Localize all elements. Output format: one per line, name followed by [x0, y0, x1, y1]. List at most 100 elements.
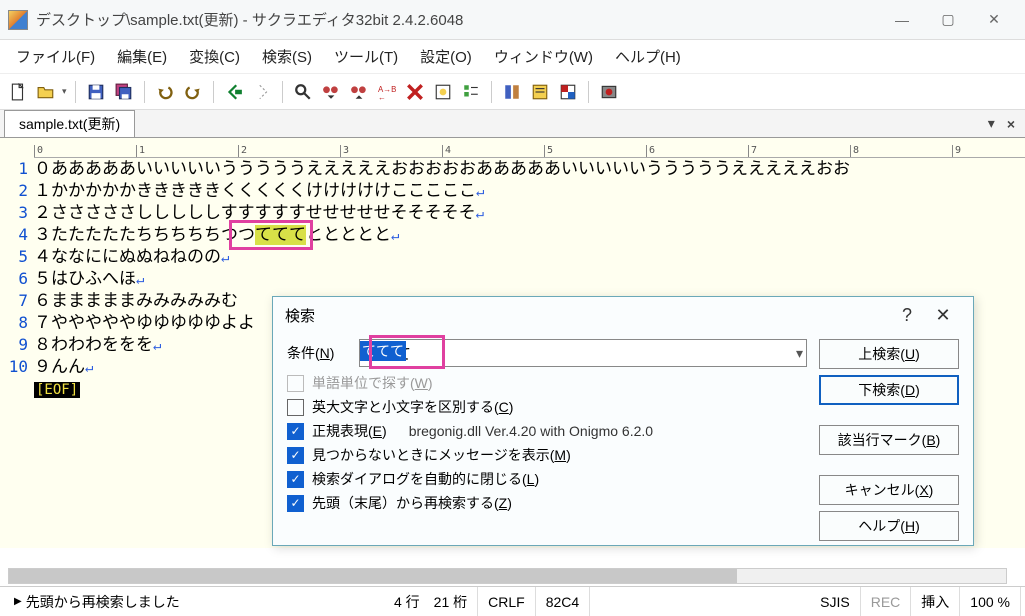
text-line: ２さささささしししししすすすすすせせせせせそそそそそ↵ — [34, 202, 1025, 224]
line-number: 5 — [0, 246, 28, 268]
line-number: 9 — [0, 334, 28, 356]
status-eol: CRLF — [478, 587, 536, 616]
app-icon — [8, 10, 28, 30]
cancel-button[interactable]: キャンセル(X) — [819, 475, 959, 505]
record-macro-icon[interactable] — [597, 80, 621, 104]
search-up-button[interactable]: 上検索(U) — [819, 339, 959, 369]
menu-setting[interactable]: 設定(O) — [412, 42, 480, 71]
status-rec: REC — [861, 587, 912, 616]
line-number: 10 — [0, 356, 28, 378]
file-tab[interactable]: sample.txt(更新) — [4, 110, 135, 137]
close-button[interactable]: ✕ — [971, 4, 1017, 36]
status-message: ▶先頭から再検索しました — [4, 587, 384, 616]
menu-convert[interactable]: 変換(C) — [181, 42, 248, 71]
common-setting-icon[interactable] — [528, 80, 552, 104]
line-number: 3 — [0, 202, 28, 224]
replace-icon[interactable]: A→B← — [375, 80, 399, 104]
find-next-icon[interactable] — [347, 80, 371, 104]
find-prev-icon[interactable] — [319, 80, 343, 104]
search-condition-combo[interactable]: ててて ▾ — [359, 339, 807, 367]
autoclose-checkbox[interactable]: ✓ 検索ダイアログを自動的に閉じる(L) — [287, 469, 807, 489]
checkbox-icon — [287, 375, 304, 392]
text-line: ５はひふへほ↵ — [34, 268, 1025, 290]
checkbox-icon[interactable]: ✓ — [287, 495, 304, 512]
menu-file[interactable]: ファイル(F) — [8, 42, 103, 71]
menubar: ファイル(F) 編集(E) 変換(C) 検索(S) ツール(T) 設定(O) ウ… — [0, 40, 1025, 74]
text-line: ３たたたたたちちちちちつつてててととととと↵ — [34, 224, 1025, 246]
menu-tool[interactable]: ツール(T) — [326, 42, 406, 71]
regex-engine-info: bregonig.dll Ver.4.20 with Onigmo 6.2.0 — [409, 423, 653, 439]
outline-icon[interactable] — [459, 80, 483, 104]
menu-window[interactable]: ウィンドウ(W) — [486, 42, 601, 71]
crlf-icon: ↵ — [221, 250, 229, 266]
crlf-icon: ↵ — [136, 272, 144, 288]
tab-dropdown-icon[interactable]: ▾ — [982, 115, 1001, 132]
type-icon[interactable] — [500, 80, 524, 104]
wrap-search-checkbox[interactable]: ✓ 先頭（末尾）から再検索する(Z) — [287, 493, 807, 513]
status-zoom: 100 % — [960, 587, 1021, 616]
scrollbar-thumb[interactable] — [9, 569, 737, 583]
forward-dotted-icon[interactable] — [250, 80, 274, 104]
chevron-down-icon[interactable]: ▾ — [796, 345, 803, 362]
redo-icon[interactable] — [181, 80, 205, 104]
help-button[interactable]: ヘルプ(H) — [819, 511, 959, 541]
maximize-button[interactable]: ▢ — [925, 4, 971, 36]
menu-search[interactable]: 検索(S) — [254, 42, 320, 71]
line-number: 8 — [0, 312, 28, 334]
back-icon[interactable] — [222, 80, 246, 104]
word-search-checkbox: 単語単位で探す(W) — [287, 373, 807, 393]
checkbox-icon[interactable]: ✓ — [287, 471, 304, 488]
tabbar: sample.txt(更新) ▾ × — [0, 110, 1025, 138]
open-file-icon[interactable] — [34, 80, 58, 104]
notfound-message-checkbox[interactable]: ✓ 見つからないときにメッセージを表示(M) — [287, 445, 807, 465]
save-icon[interactable] — [84, 80, 108, 104]
status-encoding: SJIS — [810, 587, 861, 616]
line-number: 2 — [0, 180, 28, 202]
color-setting-icon[interactable] — [556, 80, 580, 104]
condition-label: 条件(N) — [287, 343, 359, 363]
find-icon[interactable] — [291, 80, 315, 104]
mark-line-button[interactable]: 該当行マーク(B) — [819, 425, 959, 455]
dialog-close-icon[interactable]: ✕ — [925, 305, 961, 326]
search-condition-input[interactable] — [359, 339, 807, 367]
text-line: ０あああああいいいいいうううううえええええおおおおおあああああいいいいいうううう… — [34, 158, 1025, 180]
regex-checkbox[interactable]: ✓ 正規表現(E) bregonig.dll Ver.4.20 with Oni… — [287, 421, 807, 441]
line-number: 1 — [0, 158, 28, 180]
dialog-title: 検索 — [285, 305, 889, 326]
crlf-icon: ↵ — [85, 360, 93, 376]
status-position: 4 行 21 桁 — [384, 587, 478, 616]
checkbox-icon[interactable] — [287, 399, 304, 416]
menu-help[interactable]: ヘルプ(H) — [607, 42, 689, 71]
search-dialog: 検索 ? ✕ 条件(N) ててて ▾ 単語単位で探す(W) 英大文字と小文字を区… — [272, 296, 974, 546]
svg-text:←: ← — [378, 92, 386, 100]
window-title: デスクトップ\sample.txt(更新) - サクラエディタ32bit 2.4… — [36, 9, 879, 30]
horizontal-scrollbar[interactable] — [8, 568, 1007, 584]
toolbar: ▾ A→B← — [0, 74, 1025, 110]
crlf-icon: ↵ — [476, 206, 484, 222]
line-number-gutter: 1 2 3 4 5 6 7 8 9 10 — [0, 138, 34, 548]
line-number: 7 — [0, 290, 28, 312]
crlf-icon: ↵ — [476, 184, 484, 200]
undo-icon[interactable] — [153, 80, 177, 104]
cancel-find-icon[interactable] — [403, 80, 427, 104]
text-line: ４ななににぬぬねねのの↵ — [34, 246, 1025, 268]
grep-icon[interactable] — [431, 80, 455, 104]
menu-edit[interactable]: 編集(E) — [109, 42, 175, 71]
minimize-button[interactable]: — — [879, 4, 925, 36]
line-number: 6 — [0, 268, 28, 290]
search-down-button[interactable]: 下検索(D) — [819, 375, 959, 405]
titlebar: デスクトップ\sample.txt(更新) - サクラエディタ32bit 2.4… — [0, 0, 1025, 40]
crlf-icon: ↵ — [153, 338, 161, 354]
crlf-icon: ↵ — [391, 228, 399, 244]
new-file-icon[interactable] — [6, 80, 30, 104]
saveall-icon[interactable] — [112, 80, 136, 104]
statusbar: ▶先頭から再検索しました 4 行 21 桁 CRLF 82C4 SJIS REC… — [0, 586, 1025, 616]
dialog-help-icon[interactable]: ? — [889, 305, 925, 326]
checkbox-icon[interactable]: ✓ — [287, 423, 304, 440]
checkbox-icon[interactable]: ✓ — [287, 447, 304, 464]
search-highlight: ててて — [255, 225, 306, 245]
case-sensitive-checkbox[interactable]: 英大文字と小文字を区別する(C) — [287, 397, 807, 417]
tab-close-icon[interactable]: × — [1001, 116, 1021, 132]
status-insert-mode: 挿入 — [911, 587, 960, 616]
text-line: １かかかかかきききききくくくくくけけけけけこここここ↵ — [34, 180, 1025, 202]
